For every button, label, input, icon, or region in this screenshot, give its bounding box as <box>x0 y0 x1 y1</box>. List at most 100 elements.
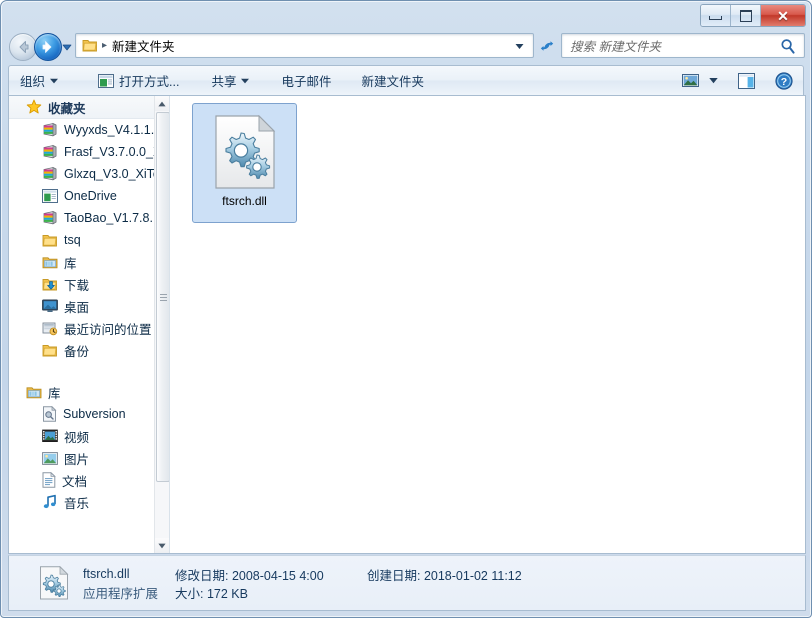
maximize-button[interactable] <box>731 5 761 26</box>
preview-pane-icon <box>738 72 755 89</box>
toolbar-item-label: 共享 <box>211 75 237 89</box>
sidebar-item-pictures[interactable]: 图片 <box>9 447 155 469</box>
sidebar-item-label: 库 <box>48 386 61 401</box>
file-list-pane[interactable]: ftsrch.dll <box>170 96 805 553</box>
close-button[interactable]: ✕ <box>761 5 805 26</box>
sidebar-item-recent-places[interactable]: 最近访问的位置 <box>9 317 155 339</box>
forward-button[interactable] <box>34 33 62 61</box>
sidebar-item-subversion[interactable]: Subversion <box>9 403 155 425</box>
sidebar-item-onedrive[interactable]: OneDrive <box>9 185 155 207</box>
details-created: 创建日期: 2018-01-02 11:12 <box>367 568 522 583</box>
title-bar: ✕ <box>1 1 811 28</box>
close-icon: ✕ <box>777 7 789 24</box>
onedrive-icon <box>42 189 58 203</box>
sidebar-item-glxzq[interactable]: Glxzq_V3.0_XiTo <box>9 163 160 185</box>
history-dropdown-button[interactable] <box>62 41 72 51</box>
scrollbar-thumb[interactable] <box>156 112 169 482</box>
folder-icon <box>42 234 57 246</box>
change-view-button[interactable] <box>676 69 705 93</box>
program-icon <box>98 73 115 88</box>
toolbar-organize-button[interactable]: 组织 <box>11 70 67 92</box>
navigation-tree: 收藏夹 Wyyxds_V4.1.1.1 Frasf_V3.7.0.0_X Glx… <box>9 96 161 513</box>
sidebar-item-documents[interactable]: 文档 <box>9 469 155 491</box>
scrollbar-down-button[interactable] <box>155 538 169 553</box>
details-row-secondary: 应用程序扩展 大小: 172 KB <box>83 583 522 601</box>
toolbar-item-label: 新建文件夹 <box>361 75 424 89</box>
sidebar-item-libraries-root[interactable]: 库 <box>9 381 155 403</box>
document-icon <box>42 472 56 488</box>
breadcrumb-bar[interactable]: ▸ 新建文件夹 <box>75 33 534 58</box>
scrollbar-up-button[interactable] <box>155 96 169 111</box>
sidebar-item-library-fav[interactable]: 库 <box>9 251 155 273</box>
sidebar-item-frasf[interactable]: Frasf_V3.7.0.0_X <box>9 141 161 163</box>
details-file-name: ftsrch.dll <box>83 567 130 581</box>
folder-icon <box>42 344 57 356</box>
explorer-window: ✕ ▸ 新建文件夹 搜索 新建文件夹 组织 打开方式... 共享 电子邮件 新建… <box>0 0 812 618</box>
chevron-down-icon <box>709 78 718 84</box>
toolbar-new-folder-button[interactable]: 新建文件夹 <box>352 70 433 92</box>
search-box[interactable]: 搜索 新建文件夹 <box>561 33 805 58</box>
sidebar-item-label: 桌面 <box>64 300 90 315</box>
chevron-down-icon <box>50 78 59 83</box>
toolbar-share-button[interactable]: 共享 <box>202 70 258 92</box>
video-icon <box>42 429 58 443</box>
sidebar-item-videos[interactable]: 视频 <box>9 425 155 447</box>
svg-text:?: ? <box>781 76 787 88</box>
sidebar-item-desktop[interactable]: 桌面 <box>9 295 155 317</box>
navigation-pane: 收藏夹 Wyyxds_V4.1.1.1 Frasf_V3.7.0.0_X Glx… <box>9 96 170 553</box>
folder-icon <box>82 40 97 52</box>
chevron-down-icon[interactable] <box>515 43 524 50</box>
sidebar-item-downloads[interactable]: 下载 <box>9 273 155 295</box>
sidebar-scrollbar[interactable] <box>154 96 169 553</box>
toolbar-item-label: 电子邮件 <box>281 75 332 89</box>
picture-icon <box>42 451 58 465</box>
chevron-down-icon <box>158 543 166 548</box>
star-icon <box>26 99 42 114</box>
address-bar-row: ▸ 新建文件夹 搜索 新建文件夹 <box>1 29 811 64</box>
search-icon[interactable] <box>780 38 796 55</box>
back-button[interactable] <box>9 33 37 61</box>
downloads-icon <box>42 278 57 290</box>
library-icon <box>42 256 58 268</box>
sidebar-item-label: 备份 <box>64 344 90 359</box>
sidebar-item-taobao[interactable]: TaoBao_V1.7.8. <box>9 207 155 229</box>
minimize-icon <box>709 16 722 20</box>
file-item-ftsrch-dll[interactable]: ftsrch.dll <box>192 103 297 223</box>
breadcrumb-path[interactable]: 新建文件夹 <box>112 36 175 55</box>
chevron-down-icon <box>62 44 72 51</box>
sidebar-item-label: 图片 <box>64 452 90 467</box>
sidebar-item-label: TaoBao_V1.7.8. <box>64 211 153 225</box>
sidebar-item-tsq[interactable]: tsq <box>9 229 155 251</box>
sidebar-item-label: tsq <box>64 233 81 247</box>
toolbar-right-group: ? <box>676 69 803 93</box>
details-file-type: 应用程序扩展 <box>83 586 159 601</box>
subversion-icon <box>43 406 57 422</box>
dll-icon <box>214 115 275 189</box>
sidebar-item-label: 音乐 <box>64 496 90 511</box>
refresh-icon <box>540 40 554 51</box>
details-pane: ftsrch.dll 修改日期: 2008-04-15 4:00 创建日期: 2… <box>8 555 806 611</box>
scrollbar-grip <box>159 299 167 301</box>
explorer-body: 收藏夹 Wyyxds_V4.1.1.1 Frasf_V3.7.0.0_X Glx… <box>8 95 806 554</box>
toolbar-open-with-button[interactable]: 打开方式... <box>89 70 188 92</box>
scrollbar-grip <box>159 293 167 295</box>
refresh-button[interactable] <box>537 36 557 55</box>
view-dropdown-button[interactable] <box>705 69 722 93</box>
dll-icon <box>40 566 69 600</box>
sidebar-group-label: 收藏夹 <box>48 101 86 116</box>
archive-icon <box>43 210 57 225</box>
minimize-button[interactable] <box>701 5 731 26</box>
sidebar-item-music[interactable]: 音乐 <box>9 491 155 513</box>
sidebar-item-backup[interactable]: 备份 <box>9 339 155 361</box>
details-row-primary: ftsrch.dll 修改日期: 2008-04-15 4:00 创建日期: 2… <box>83 565 522 583</box>
forward-arrow-icon <box>42 41 52 53</box>
archive-icon <box>43 122 57 137</box>
sidebar-item-wyyxds[interactable]: Wyyxds_V4.1.1.1 <box>9 119 161 141</box>
toolbar-email-button[interactable]: 电子邮件 <box>272 70 340 92</box>
sidebar-item-label: 文档 <box>62 474 88 489</box>
sidebar-item-label: Wyyxds_V4.1.1.1 <box>64 123 162 137</box>
help-button[interactable]: ? <box>769 69 799 93</box>
preview-pane-button[interactable] <box>732 69 761 93</box>
sidebar-group-favorites[interactable]: 收藏夹 <box>9 96 155 119</box>
